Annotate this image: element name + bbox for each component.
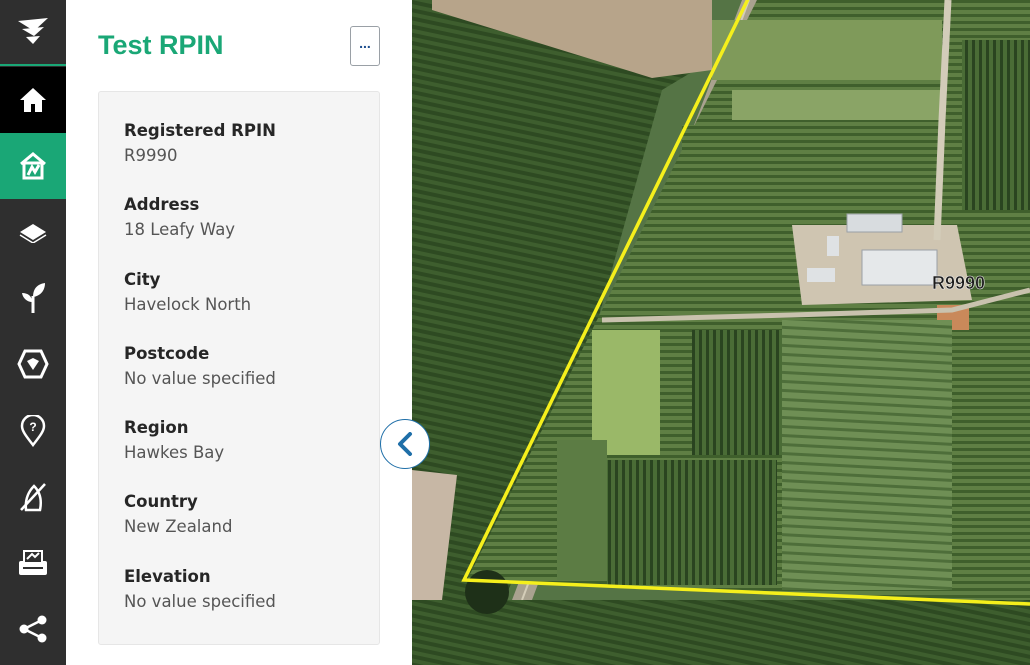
field-label: Registered RPIN <box>124 121 276 140</box>
nav-layers[interactable] <box>0 199 66 265</box>
share-icon <box>19 615 47 643</box>
field-value: No value specified <box>124 369 276 388</box>
field-label: Country <box>124 492 198 511</box>
panel-title: Test RPIN <box>98 30 224 60</box>
field-country: Country New Zealand <box>124 491 232 538</box>
print-icon <box>19 550 47 575</box>
nav-logo[interactable] <box>0 0 66 66</box>
svg-text:?: ? <box>29 420 36 434</box>
nav-rpin[interactable] <box>0 133 66 199</box>
field-city: City Havelock North <box>124 269 251 316</box>
field-value: Havelock North <box>124 295 252 314</box>
home-icon <box>20 88 46 112</box>
field-label: Address <box>124 195 200 214</box>
map-canvas: R9990 <box>412 0 1030 665</box>
satellite-map[interactable]: R9990 <box>412 0 1030 665</box>
shield-icon <box>17 349 49 379</box>
field-address: Address 18 Leafy Way <box>124 194 235 241</box>
layers-icon <box>19 224 47 243</box>
field-value: 18 Leafy Way <box>124 220 236 239</box>
seedling-icon <box>22 283 45 313</box>
logo-icon <box>18 18 48 44</box>
nav-home[interactable] <box>0 67 66 133</box>
nav-spray[interactable] <box>0 464 66 530</box>
field-postcode: Postcode No value specified <box>124 343 276 390</box>
nav-help[interactable]: ? <box>0 398 66 464</box>
nav-rail: ? <box>0 0 66 665</box>
field-label: Elevation <box>124 567 211 586</box>
more-options-button[interactable]: ... <box>350 26 380 66</box>
collapse-panel-button[interactable] <box>380 419 430 469</box>
field-value: New Zealand <box>124 517 233 536</box>
field-registered-rpin: Registered RPIN R9990 <box>124 120 276 167</box>
spray-icon <box>20 483 46 512</box>
rpin-details-card: Registered RPIN R9990 Address 18 Leafy W… <box>98 91 380 645</box>
field-value: No value specified <box>124 592 276 611</box>
nav-blocks[interactable] <box>0 331 66 397</box>
rpin-details-panel: Test RPIN ... Registered RPIN R9990 Addr… <box>66 0 412 665</box>
field-value: Hawkes Bay <box>124 443 225 462</box>
property-icon <box>20 152 46 180</box>
field-label: Postcode <box>124 344 210 363</box>
nav-share[interactable] <box>0 596 66 662</box>
field-elevation: Elevation No value specified <box>124 566 276 613</box>
chevron-left-icon <box>398 432 412 456</box>
field-region: Region Hawkes Bay <box>124 417 224 464</box>
nav-print[interactable] <box>0 530 66 596</box>
field-label: Region <box>124 418 189 437</box>
more-options-label: ... <box>359 35 371 51</box>
nav-crops[interactable] <box>0 265 66 331</box>
help-pin-icon: ? <box>20 415 46 447</box>
field-label: City <box>124 270 161 289</box>
field-value: R9990 <box>124 146 178 165</box>
parcel-label: R9990 <box>932 273 985 293</box>
